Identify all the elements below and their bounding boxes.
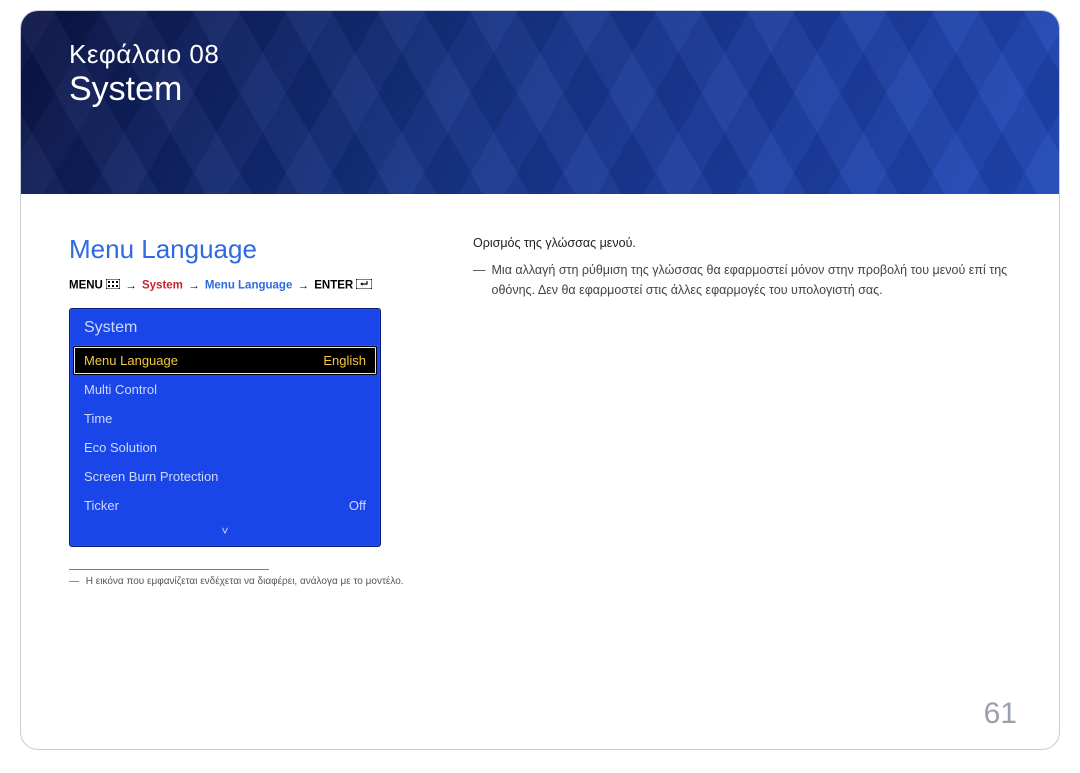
section-title: Menu Language <box>69 234 429 265</box>
page-number: 61 <box>984 697 1017 731</box>
footnote-divider <box>69 569 269 570</box>
chapter-label: Κεφάλαιο 08 <box>69 39 1019 70</box>
menu-grid-icon <box>106 279 120 292</box>
chapter-title: System <box>69 70 1019 109</box>
arrow-icon: → <box>186 280 202 292</box>
osd-title: System <box>70 309 380 346</box>
chapter-header: Κεφάλαιο 08 System <box>21 11 1059 194</box>
osd-row-label: Eco Solution <box>84 440 157 455</box>
right-column: Ορισμός της γλώσσας μενού. ― Μια αλλαγή … <box>473 234 1011 587</box>
osd-row-label: Time <box>84 411 112 426</box>
footnote-text: Η εικόνα που εμφανίζεται ενδέχεται να δι… <box>86 576 404 587</box>
note-text: Μια αλλαγή στη ρύθμιση της γλώσσας θα εφ… <box>492 261 1012 300</box>
arrow-icon: → <box>123 280 139 292</box>
osd-row-label: Multi Control <box>84 382 157 397</box>
nav-menu-label: MENU <box>69 280 103 292</box>
nav-system: System <box>142 280 183 292</box>
navigation-path: MENU → System → Menu Language <box>69 279 429 292</box>
osd-panel: System Menu Language English Multi Contr… <box>69 308 381 547</box>
footnote-dash: ― <box>69 576 83 587</box>
enter-icon <box>356 279 372 292</box>
osd-row-eco-solution[interactable]: Eco Solution <box>70 433 380 462</box>
osd-row-screen-burn-protection[interactable]: Screen Burn Protection <box>70 462 380 491</box>
left-column: Menu Language MENU → System → <box>69 234 429 587</box>
osd-row-multi-control[interactable]: Multi Control <box>70 375 380 404</box>
osd-row-label: Ticker <box>84 498 119 513</box>
osd-row-menu-language[interactable]: Menu Language English <box>73 346 377 375</box>
nav-menu-language: Menu Language <box>205 280 293 292</box>
chevron-down-icon[interactable]: ˅ <box>70 520 380 546</box>
description-note: ― Μια αλλαγή στη ρύθμιση της γλώσσας θα … <box>473 261 1011 300</box>
osd-row-time[interactable]: Time <box>70 404 380 433</box>
osd-row-ticker[interactable]: Ticker Off <box>70 491 380 520</box>
note-dash: ― <box>473 261 486 300</box>
arrow-icon: → <box>296 280 312 292</box>
nav-enter-label: ENTER <box>314 280 353 292</box>
osd-row-label: Menu Language <box>84 353 178 368</box>
footnote: ― Η εικόνα που εμφανίζεται ενδέχεται να … <box>69 576 429 587</box>
description-intro: Ορισμός της γλώσσας μενού. <box>473 234 1011 253</box>
osd-row-value: English <box>323 353 366 368</box>
body: Menu Language MENU → System → <box>21 194 1059 587</box>
osd-row-value: Off <box>349 498 366 513</box>
manual-page: Κεφάλαιο 08 System Menu Language MENU <box>20 10 1060 750</box>
osd-row-label: Screen Burn Protection <box>84 469 218 484</box>
